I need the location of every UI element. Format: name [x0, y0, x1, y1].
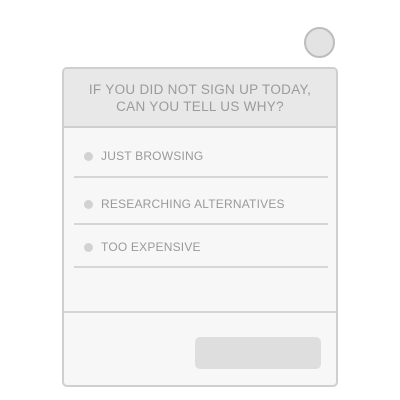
survey-header: IF YOU DID NOT SIGN UP TODAY, CAN YOU TE…	[64, 69, 336, 128]
option-label: RESEARCHING ALTERNATIVES	[101, 197, 285, 211]
radio-icon[interactable]	[84, 199, 93, 209]
survey-title: IF YOU DID NOT SIGN UP TODAY, CAN YOU TE…	[88, 81, 312, 114]
option-divider	[74, 223, 328, 225]
option-label: JUST BROWSING	[101, 149, 204, 163]
footer-divider	[64, 311, 336, 313]
option-researching-alternatives[interactable]: RESEARCHING ALTERNATIVES	[74, 186, 328, 222]
radio-icon[interactable]	[84, 151, 93, 161]
option-divider	[74, 266, 328, 268]
submit-button[interactable]	[195, 337, 321, 369]
option-too-expensive[interactable]: TOO EXPENSIVE	[74, 229, 328, 265]
radio-icon[interactable]	[84, 242, 93, 252]
option-just-browsing[interactable]: JUST BROWSING	[74, 138, 328, 174]
close-icon[interactable]	[304, 27, 335, 58]
survey-popup-stage: IF YOU DID NOT SIGN UP TODAY, CAN YOU TE…	[0, 0, 400, 400]
survey-card: IF YOU DID NOT SIGN UP TODAY, CAN YOU TE…	[62, 67, 338, 387]
option-label: TOO EXPENSIVE	[101, 240, 201, 254]
option-divider	[74, 176, 328, 178]
